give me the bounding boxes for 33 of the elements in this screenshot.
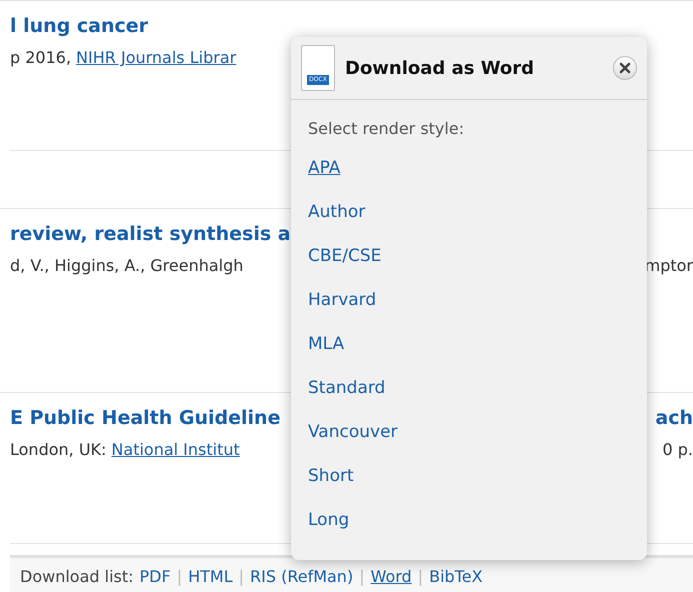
separator: |	[176, 566, 182, 588]
close-icon	[619, 62, 631, 74]
format-link[interactable]: Word	[370, 564, 412, 588]
separator: |	[418, 566, 424, 588]
prompt-text: Select render style:	[308, 118, 466, 140]
format-link[interactable]: PDF	[140, 564, 171, 588]
format-link[interactable]: HTML	[188, 564, 233, 588]
render-style-link[interactable]: Short	[308, 455, 354, 499]
popup-title: Download as Word	[345, 56, 536, 80]
render-style-link[interactable]: Harvard	[308, 279, 376, 323]
separator: |	[238, 566, 244, 588]
citation-text: London, UK:	[10, 439, 106, 461]
render-style-link[interactable]: MLA	[308, 323, 344, 367]
separator: |	[359, 566, 365, 588]
render-style-link[interactable]: CBE/CSE	[308, 235, 382, 279]
render-style-link[interactable]: APA	[308, 147, 340, 191]
close-button[interactable]	[613, 56, 637, 80]
publisher-link[interactable]: National Institut	[111, 438, 240, 462]
render-style-link[interactable]: Standard	[308, 367, 386, 411]
format-link[interactable]: RIS (RefMan)	[250, 564, 354, 588]
publisher-link[interactable]: NIHR Journals Librar	[76, 46, 236, 70]
entry-title[interactable]: E Public Health Guideline	[10, 404, 280, 432]
render-style-link[interactable]: Long	[308, 499, 350, 543]
entry-title[interactable]: l lung cancer	[10, 12, 148, 40]
citation-text: d, V., Higgins, A., Greenhalgh	[10, 255, 244, 277]
render-style-link[interactable]: Vancouver	[308, 411, 398, 455]
render-style-link[interactable]: Author	[308, 191, 366, 235]
citation-text: 0 p.	[662, 439, 693, 461]
entry-title[interactable]: review, realist synthesis a	[10, 220, 291, 248]
format-link[interactable]: BibTeX	[429, 564, 483, 588]
download-list-label: Download list:	[20, 566, 134, 588]
entry-title[interactable]: ach	[655, 404, 693, 432]
citation-text: p 2016,	[10, 47, 72, 69]
